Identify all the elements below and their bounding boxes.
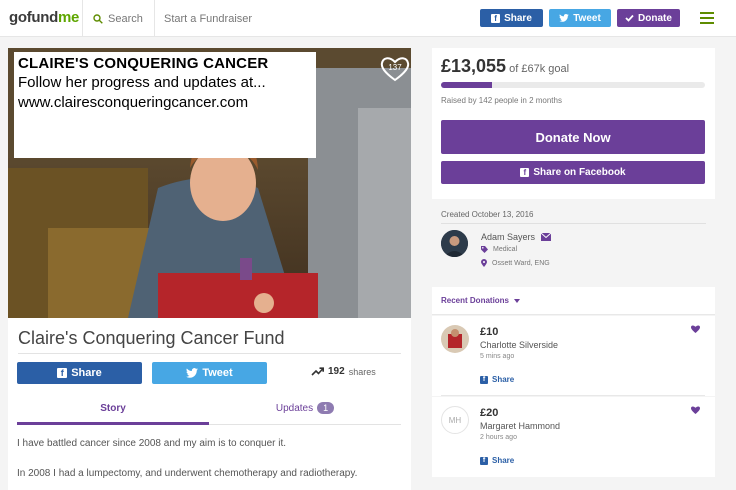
trending-up-icon [311,367,324,376]
tab-updates[interactable]: Updates 1 [209,396,401,425]
divider [18,353,401,354]
divider [441,395,705,396]
facebook-icon: f [57,368,68,378]
goal-text: of £67k goal [509,63,570,75]
recent-donations-dropdown[interactable]: Recent Donations [432,287,715,315]
nav-search[interactable]: Search [82,0,154,37]
map-pin-icon [481,259,487,267]
heart-count: 137 [388,63,402,72]
donation-amount: £10 [480,326,499,338]
campaign-card: Claire's Conquering Cancer Fund f Share … [8,318,411,490]
donation-facebook-share-button[interactable]: f Share [480,456,514,465]
share-on-facebook-label: Share on Facebook [533,167,626,178]
donate-now-button[interactable]: Donate Now [441,120,705,154]
donation-facebook-share-button[interactable]: f Share [480,375,514,384]
donate-now-label: Donate Now [535,129,611,145]
raised-by-text: Raised by 142 people in 2 months [441,96,562,105]
donate-card: £13,055 of £67k goal Raised by 142 peopl… [432,48,715,199]
donor-avatar [441,325,469,353]
shares-count: 192 [328,366,345,377]
donation-share-label: Share [492,375,515,384]
tag-icon [481,246,488,253]
progress-bar [441,82,705,88]
nav-tweet-label: Tweet [573,12,601,24]
facebook-icon: f [480,375,488,384]
photo-overlay-title: CLAIRE'S CONQUERING CANCER [18,55,269,72]
gofundme-logo[interactable]: gofundme [9,9,79,26]
twitter-icon [186,368,199,378]
organizer-avatar[interactable] [441,230,468,257]
tweet-button[interactable]: Tweet [152,362,267,384]
donation-item: £10 Charlotte Silverside 5 mins ago f Sh… [432,316,715,396]
nav-search-label: Search [108,12,143,25]
facebook-share-button[interactable]: f Share [17,362,142,384]
facebook-icon: f [520,168,530,177]
divider [441,223,706,224]
facebook-icon: f [491,13,501,23]
updates-count-badge: 1 [317,402,335,414]
facebook-icon: f [480,456,488,465]
avatar-image [441,230,468,257]
story-paragraph: In 2008 I had a lumpectomy, and underwen… [17,468,358,479]
search-icon [93,13,103,24]
share-on-facebook-button[interactable]: f Share on Facebook [441,161,705,184]
campaign-photo: CLAIRE'S CONQUERING CANCER Follow her pr… [8,48,411,318]
avatar-image [441,325,469,353]
nav-start-fundraiser[interactable]: Start a Fundraiser [154,0,252,37]
checkmark-icon [625,14,634,22]
organizer-category-row: Medical [481,246,517,253]
progress-bar-fill [441,82,493,88]
nav-donate-button[interactable]: Donate [617,9,680,27]
organizer-location-row: Ossett Ward, ENG [481,259,550,267]
caret-down-icon [514,299,521,303]
nav-facebook-share-button[interactable]: f Share [480,9,543,27]
donation-time: 2 hours ago [480,434,517,441]
top-nav: gofundme Search Start a Fundraiser f Sha… [0,0,736,37]
photo-overlay-url: www.clairesconqueringcancer.com [18,94,249,111]
donor-name: Charlotte Silverside [480,340,559,350]
created-date: Created October 13, 2016 [441,210,534,219]
heart-favorite-button[interactable]: 137 [380,56,410,82]
facebook-share-label: Share [71,367,102,379]
tab-story-label: Story [100,403,126,414]
twitter-icon [559,14,569,22]
logo-text-accent: me [58,9,80,26]
raised-summary: £13,055 of £67k goal [441,56,569,77]
donation-amount: £20 [480,407,499,419]
recent-donations-label: Recent Donations [441,296,510,305]
logo-text: gofund [9,9,59,26]
organizer-name-row: Adam Sayers [481,232,552,242]
envelope-icon[interactable] [541,233,552,241]
shares-label: shares [348,366,376,377]
donor-avatar-initials: MH [441,406,469,434]
photo-text-overlay: CLAIRE'S CONQUERING CANCER Follow her pr… [14,52,316,158]
donation-item: MH £20 Margaret Hammond 2 hours ago f Sh… [432,397,715,477]
tab-story[interactable]: Story [17,396,209,425]
nav-start-label: Start a Fundraiser [164,12,253,25]
heart-icon[interactable] [691,325,700,333]
tweet-label: Tweet [202,367,233,379]
photo-overlay-subtitle: Follow her progress and updates at... [18,74,266,91]
donation-share-label: Share [492,456,515,465]
donor-name: Margaret Hammond [480,421,561,431]
organizer-category: Medical [493,246,518,253]
organizer-location: Ossett Ward, ENG [492,259,550,267]
story-paragraph: I have battled cancer since 2008 and my … [17,438,287,449]
nav-share-label: Share [504,12,532,24]
raised-amount: £13,055 [441,56,507,76]
campaign-title: Claire's Conquering Cancer Fund [18,328,285,348]
heart-icon[interactable] [691,406,700,414]
nav-tweet-button[interactable]: Tweet [549,9,611,27]
menu-hamburger-icon[interactable] [700,12,714,24]
tab-updates-label: Updates [275,403,314,414]
nav-donate-label: Donate [638,12,672,24]
organizer-name[interactable]: Adam Sayers [481,232,535,242]
shares-counter: 192 shares [311,366,376,377]
donation-time: 5 mins ago [480,353,515,360]
